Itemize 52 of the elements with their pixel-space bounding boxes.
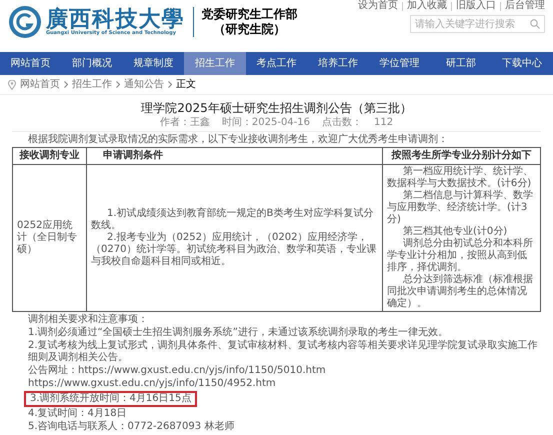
top-link[interactable]: 加入收藏 — [407, 1, 447, 11]
column-header: 接收调剂专业 — [12, 148, 86, 164]
department-name: 党委研究生工作部 — [202, 7, 298, 22]
column-header: 申请调剂条件 — [86, 148, 382, 164]
university-logo-icon — [8, 5, 42, 39]
top-link[interactable]: 后台管理 — [505, 1, 545, 11]
university-name: 廣西科技大學 — [46, 8, 185, 30]
article-meta: 112 — [374, 116, 394, 129]
location-pin-icon — [8, 80, 16, 90]
nav-tab[interactable]: 研工部 — [430, 52, 492, 75]
search-field[interactable]: 请输入关键字进行搜索 — [410, 15, 545, 33]
chevron-right-icon — [116, 81, 120, 88]
note-text: 2.复试考核为线上复试形式，调剂具体条件、复试审核材料、复试考核内容等相关要求详见理学院复试录取实施工作细则及调剂相关公告。 — [28, 340, 539, 364]
intro-text: 根据我院调剂复试录取情况的实际需求，以下专业接收调剂考生，欢迎广大优秀考生申请调剂： — [27, 132, 449, 147]
note-text: 4.复试时间：4月18日 — [28, 408, 127, 420]
scoring-text: 第一档应用统计学、统计学、数据科学与大数据技术。(计6分) — [387, 166, 534, 190]
nav-tab[interactable]: 招生工作 — [184, 52, 246, 75]
chevron-right-icon — [168, 81, 172, 88]
note-text: 调剂相关要求和注意事项： — [28, 314, 148, 326]
condition-text: 2.报考专业为（0252）应用统计，（0202）应用经济学，（0270）统计学等。初试统考科目为政治、数学和英语，专业课与我校自命题科目相同或相近。 — [91, 232, 378, 268]
scoring-text: 第二档信息与计算科学、数学与应用数学、经济统计学。(计3 分) — [387, 190, 534, 226]
nav-tab[interactable]: 培养工作 — [307, 52, 369, 75]
breadcrumb-link[interactable]: 招生工作 — [72, 77, 112, 92]
table-cell: 0252应用统计（全日制专硕） — [12, 164, 86, 312]
article-meta: 作者：王鑫 — [160, 116, 210, 129]
note-text: 1.调剂必须通过“全国硕士生招生调剂服务系统”进行，未通过该系统调剂录取的考生一律无效。 — [28, 327, 448, 339]
top-link[interactable]: 旧版入口 — [456, 1, 496, 11]
nav-tab[interactable]: 考点工作 — [246, 52, 308, 75]
scoring-text: 调剂总分由初试总分和本科所学专业计分相加，按照从高到低排序，择优调剂。 — [387, 238, 534, 274]
department-subtitle: （研究生院） — [214, 22, 286, 37]
nav-tab[interactable]: 部门概况 — [61, 52, 123, 75]
article-title: 理学院2025年硕士研究生招生调剂公告（第三批） — [140, 100, 413, 116]
chevron-right-icon — [64, 81, 68, 88]
top-link[interactable]: 设为首页 — [358, 1, 398, 11]
column-header: 按照考生所学专业分别计分如下 — [382, 148, 540, 164]
breadcrumb-link[interactable]: 通知公告 — [124, 77, 164, 92]
note-text: https://www.gxust.edu.cn/yjs/info/1150/4952.htm — [28, 378, 276, 390]
note-text: 3.调剂系统开放时间：4月16日15点 — [24, 391, 198, 407]
breadcrumb-link[interactable]: 网站首页 — [20, 77, 60, 92]
scoring-text: 总分达到筛选标准（标准根据同批次申请调剂考生的总体情况确定）。 — [387, 274, 534, 310]
search-icon[interactable] — [530, 19, 540, 29]
article-meta: 时间：2025-04-16 — [222, 116, 310, 129]
nav-tab[interactable]: 规章制度 — [122, 52, 184, 75]
note-text: 5.咨询电话与联系人：0772-2687093 林老师 — [28, 421, 234, 433]
nav-tab[interactable]: 网站首页 — [0, 52, 62, 75]
nav-tab[interactable]: 下载中心 — [492, 52, 553, 75]
current-page-label: 正文 — [176, 78, 196, 92]
scoring-text: 第三档其他专业(计0分) — [402, 226, 508, 238]
article-meta: 点击数： — [322, 116, 362, 129]
condition-text: 1.初试成绩须达到教育部统一规定的B类考生对应学科复试分数线。 — [91, 208, 374, 232]
nav-tab[interactable]: 学位管理 — [368, 52, 430, 75]
note-text: 公告网址：https://www.gxust.edu.cn/yjs/info/1150/5010.htm — [28, 365, 326, 377]
